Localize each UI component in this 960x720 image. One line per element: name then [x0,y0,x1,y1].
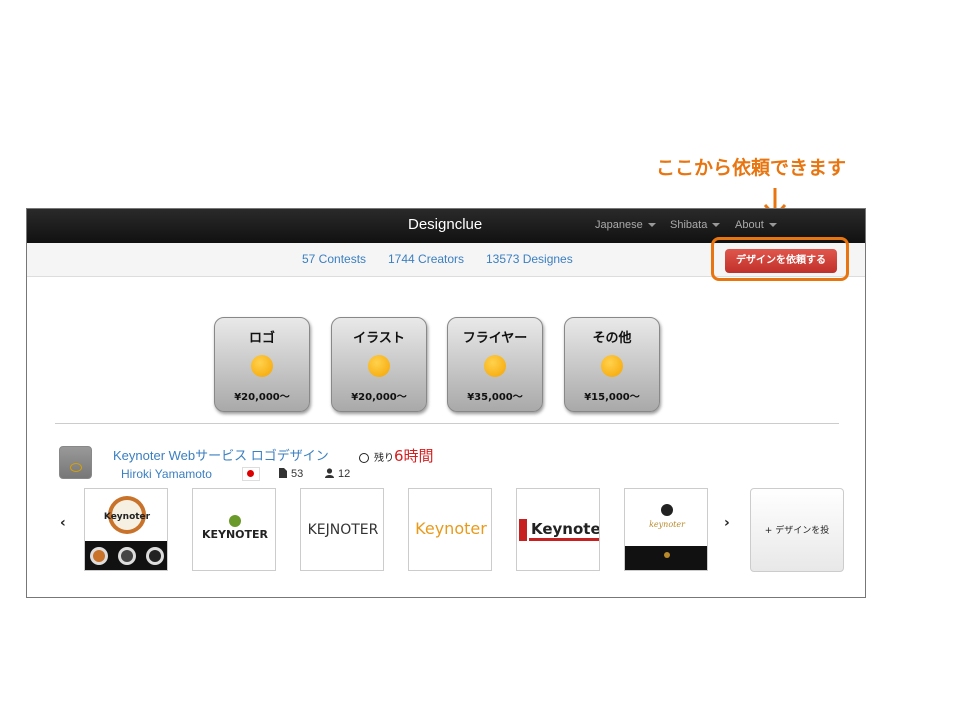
designs-count-value: 53 [291,468,304,480]
avatar-ring [70,463,82,472]
design-thumbnail[interactable]: KEJNOTER [300,488,384,571]
contest-title-link[interactable]: Keynoter Webサービス ロゴデザイン [113,445,329,464]
time-remaining: 残り6時間 [359,445,434,466]
tree-logo-icon: KEYNOTER [202,515,269,541]
orange-dot-icon [251,355,273,377]
chevron-down-icon [768,223,777,228]
participants-count-value: 12 [338,468,351,480]
category-flyer[interactable]: フライヤー ¥35,000〜 [447,317,543,412]
contest-avatar[interactable] [59,446,92,479]
category-logo[interactable]: ロゴ ¥20,000〜 [214,317,310,412]
submit-design-button[interactable]: + デザインを投 [750,488,844,572]
language-menu-label: Japanese [595,219,643,231]
author-link[interactable]: Hiroki Yamamoto [121,467,212,481]
about-menu-label: About [735,219,764,231]
annotation-callout: ここから依頼できます [656,157,847,179]
language-menu[interactable]: Japanese [595,219,656,231]
thumbnail-text: keynoter [649,520,686,529]
chevron-down-icon [647,223,656,228]
divider [55,423,839,424]
category-price: ¥20,000〜 [351,392,407,403]
thumbnail-text: Keynoter [104,512,151,522]
designs-count: 53 [279,468,303,480]
design-thumbnail[interactable]: KEYNOTER [192,488,276,571]
about-menu[interactable]: About [735,219,777,231]
brand-logo[interactable]: Designclue [408,216,482,233]
category-title: フライヤー [462,331,528,346]
thumbnail-text: KEJNOTER [308,522,379,538]
chevron-down-icon [712,223,721,228]
badge-logo-icon: Keynoter [85,496,167,570]
clock-icon [359,453,369,463]
category-price: ¥15,000〜 [584,392,640,403]
thumbnail-text: KEYNOTER [202,528,269,541]
design-thumbnail[interactable]: Keynoter [408,488,492,571]
next-arrow-icon[interactable]: › [724,515,730,531]
wordmark-logo-icon: KEJNOTER [308,522,379,538]
user-menu[interactable]: Shibata [670,219,721,231]
design-thumbnail[interactable]: keynoter [624,488,708,571]
japan-flag-icon [242,467,260,481]
red-bar-logo-icon: Keynote [519,519,600,541]
star-logo-icon: keynoter [625,504,707,570]
app-window: Designclue Japanese Shibata About 57 Con… [26,208,866,598]
remaining-label: 残り [374,453,394,464]
orange-dot-icon [601,355,623,377]
design-thumbnail[interactable]: Keynoter [84,488,168,571]
category-title: その他 [592,331,632,346]
thumbnail-text: Keynoter [415,519,487,538]
category-price: ¥20,000〜 [234,392,290,403]
design-thumbnail[interactable]: Keynote [516,488,600,571]
thumbnail-text: Keynote [531,520,600,538]
designs-link[interactable]: 13573 Designes [486,252,573,266]
creators-link[interactable]: 1744 Creators [388,252,464,266]
orange-wordmark-icon: Keynoter [415,519,487,538]
category-price: ¥35,000〜 [467,392,523,403]
user-icon [325,468,334,478]
contests-link[interactable]: 57 Contests [302,252,366,266]
orange-dot-icon [368,355,390,377]
document-icon [279,468,287,478]
prev-arrow-icon[interactable]: ‹ [60,515,66,531]
participants-count: 12 [325,468,350,480]
request-design-button[interactable]: デザインを依頼する [725,249,837,273]
user-menu-label: Shibata [670,219,708,231]
category-other[interactable]: その他 ¥15,000〜 [564,317,660,412]
category-illustration[interactable]: イラスト ¥20,000〜 [331,317,427,412]
category-title: イラスト [353,331,405,346]
orange-dot-icon [484,355,506,377]
remaining-value: 6時間 [394,447,434,465]
category-title: ロゴ [248,331,275,346]
